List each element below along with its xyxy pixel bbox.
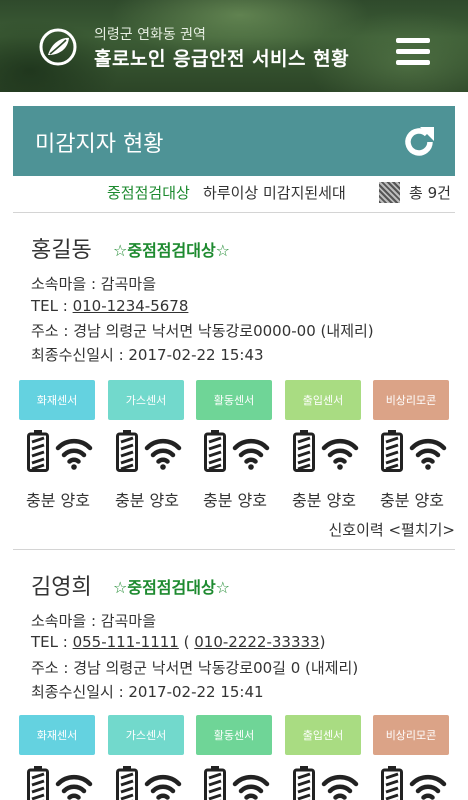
phone-label: TEL : (31, 633, 73, 651)
panel-title: 미감지자 현황 (35, 132, 164, 157)
wifi-signal-icon (144, 438, 182, 470)
last-received-text: 최종수신일시 : 2017-02-22 15:41 (31, 683, 264, 701)
menu-bar (396, 60, 430, 65)
sensor-status-icons (373, 766, 449, 800)
priority-label: 중점점검대상 (107, 184, 190, 202)
battery-icon (116, 766, 138, 800)
wifi-signal-icon (409, 438, 447, 470)
wifi-signal-icon (144, 774, 182, 800)
address-text: 주소 : 경남 의령군 낙서면 낙동강로00길 0 (내제리) (31, 659, 359, 677)
sensor-status-icons (285, 766, 361, 800)
phone-label: TEL : (31, 297, 73, 315)
hamburger-menu-icon[interactable] (396, 38, 430, 66)
battery-icon (116, 430, 138, 472)
summary-bar: 중점점검대상 하루이상 미감지된세대 총 9건 (13, 182, 455, 208)
phone-link[interactable]: 055-111-1111 (73, 633, 179, 651)
village-text: 소속마을 : 감곡마을 (31, 612, 156, 630)
phone-line: TEL : 055-111-1111 ( 010-2222-33333) (31, 633, 325, 651)
sensor-status-icons (373, 430, 449, 474)
app-header: 의령군 연화동 권역 홀로노인 응급안전 서비스 현황 (0, 0, 468, 92)
mobile-phone-link[interactable]: 010-2222-33333 (194, 633, 319, 651)
last-received-text: 최종수신일시 : 2017-02-22 15:43 (31, 346, 264, 364)
gas-sensor-button[interactable]: 가스센서 (108, 380, 184, 420)
menu-bar (396, 49, 430, 54)
resident-name: 홍길동 (31, 238, 92, 263)
phone-separator: ) (319, 633, 326, 651)
resident-card: 홍길동 ☆중점점검대상☆ 소속마을 : 감곡마을 TEL : 010-1234-… (13, 213, 455, 549)
total-count: 총 9건 (409, 184, 451, 202)
address-text: 주소 : 경남 의령군 낙서면 낙동강로0000-00 (내제리) (31, 322, 374, 340)
sensor-status-icons (19, 766, 95, 800)
wifi-signal-icon (232, 438, 270, 470)
battery-icon (27, 766, 49, 800)
phone-line: TEL : 010-1234-5678 (31, 297, 188, 315)
battery-icon (293, 766, 315, 800)
activity-sensor-button[interactable]: 활동센서 (196, 715, 272, 755)
panel-header: 미감지자 현황 (13, 106, 455, 176)
app-title: 홀로노인 응급안전 서비스 현황 (94, 48, 350, 70)
wifi-signal-icon (321, 774, 359, 800)
phone-separator: ( (178, 633, 195, 651)
fire-sensor-button[interactable]: 화재센서 (19, 380, 95, 420)
refresh-icon[interactable] (399, 122, 439, 162)
leaf-logo-icon (39, 28, 77, 66)
sensor-status-text: 충분 양호 (380, 491, 444, 510)
wifi-signal-icon (409, 774, 447, 800)
battery-icon (204, 766, 226, 800)
emergency-remote-button[interactable]: 비상리모콘 (373, 715, 449, 755)
fire-sensor-button[interactable]: 화재센서 (19, 715, 95, 755)
sensor-status-icons (108, 430, 184, 474)
sensor-status-icons (196, 430, 272, 474)
gas-sensor-button[interactable]: 가스센서 (108, 715, 184, 755)
battery-icon (293, 430, 315, 472)
sensor-status-icons (108, 766, 184, 800)
battery-icon (27, 430, 49, 472)
sensor-status-icons (19, 430, 95, 474)
sensor-status-icons (196, 766, 272, 800)
sensor-status-text: 충분 양호 (292, 491, 356, 510)
battery-icon (381, 766, 403, 800)
resident-name: 김영희 (31, 575, 92, 600)
battery-icon (381, 430, 403, 472)
battery-icon (204, 430, 226, 472)
priority-tag: ☆중점점검대상☆ (113, 241, 231, 260)
door-sensor-button[interactable]: 출입센서 (285, 380, 361, 420)
door-sensor-button[interactable]: 출입센서 (285, 715, 361, 755)
phone-link[interactable]: 010-1234-5678 (73, 297, 189, 315)
wifi-signal-icon (55, 438, 93, 470)
village-text: 소속마을 : 감곡마을 (31, 275, 156, 293)
wifi-signal-icon (55, 774, 93, 800)
wifi-signal-icon (232, 774, 270, 800)
resident-card: 김영희 ☆중점점검대상☆ 소속마을 : 감곡마을 TEL : 055-111-1… (13, 550, 455, 800)
priority-tag: ☆중점점검대상☆ (113, 578, 231, 597)
signal-history-toggle[interactable]: 신호이력 <펼치기> (328, 519, 455, 540)
sensor-status-text: 충분 양호 (26, 491, 90, 510)
hatched-legend-swatch (379, 182, 400, 203)
sensor-status-text: 충분 양호 (115, 491, 179, 510)
sensor-status-icons (285, 430, 361, 474)
summary-description: 하루이상 미감지된세대 (203, 184, 346, 202)
menu-bar (396, 38, 430, 43)
activity-sensor-button[interactable]: 활동센서 (196, 380, 272, 420)
sensor-status-text: 충분 양호 (203, 491, 267, 510)
header-subtitle: 의령군 연화동 권역 (94, 27, 206, 43)
emergency-remote-button[interactable]: 비상리모콘 (373, 380, 449, 420)
wifi-signal-icon (321, 438, 359, 470)
